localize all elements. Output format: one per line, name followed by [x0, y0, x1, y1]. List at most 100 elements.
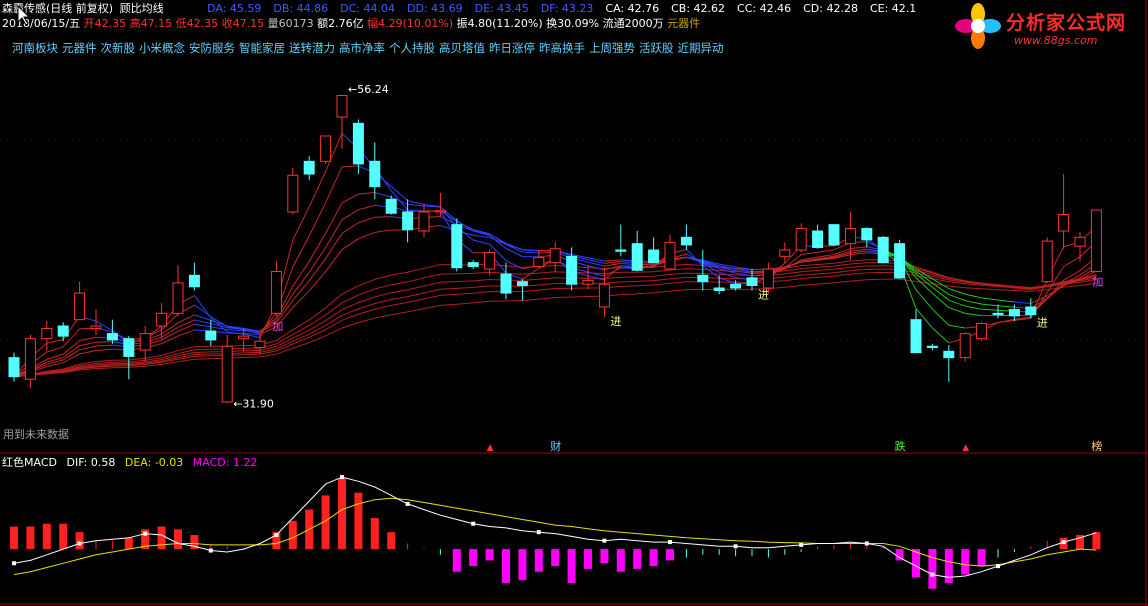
candle-body: [303, 160, 315, 175]
short-ma-segment: [965, 300, 982, 305]
candle-body: [894, 243, 906, 279]
short-ma-segment: [292, 235, 310, 268]
short-ma-segment: [308, 271, 326, 292]
macd-bar: [584, 549, 592, 569]
macd-bar: [633, 549, 642, 569]
macd-bar: [1092, 532, 1101, 550]
macd-bar: [75, 532, 84, 550]
short-ma-segment: [308, 258, 327, 282]
event-marker: 榜: [1091, 439, 1102, 453]
candle-body: [861, 227, 873, 241]
short-ma-segment: [915, 289, 933, 310]
dif-point: [77, 541, 82, 546]
dif-point: [930, 572, 935, 577]
price-annotation: ←56.24: [348, 83, 389, 96]
macd-bar: [452, 549, 461, 572]
dif-point: [602, 538, 607, 543]
short-ma-segment: [308, 247, 327, 273]
macd-bar: [817, 546, 819, 550]
dif-point: [1061, 540, 1066, 545]
candle-body: [549, 248, 561, 264]
macd-dea: DEA: -0.03: [124, 456, 184, 469]
short-ma-segment: [440, 210, 458, 222]
short-ma-segment: [358, 216, 375, 224]
dif-point: [274, 533, 279, 537]
short-ma-segment: [965, 312, 982, 317]
short-ma-segment: [981, 303, 999, 307]
event-marker: 财: [550, 439, 561, 453]
short-ma-segment: [46, 346, 64, 353]
stock-chart-window: { "header": { "name": "森霸传感(日线 前复权)", "i…: [0, 0, 1148, 606]
candle-body: [910, 319, 922, 354]
short-ma-segment: [965, 305, 982, 310]
short-ma-segment: [308, 233, 327, 262]
short-ma-segment: [374, 229, 392, 233]
candle-body: [238, 335, 250, 340]
candle-body: [156, 312, 168, 327]
candle-body: [172, 282, 184, 314]
short-ma-segment: [587, 271, 605, 277]
short-ma-segment: [1046, 285, 1064, 297]
short-ma-segment: [341, 165, 359, 168]
short-ma-segment: [374, 191, 392, 198]
candle-body: [188, 274, 200, 288]
candle-body: [976, 322, 988, 340]
short-ma-segment: [801, 251, 818, 256]
dif-point: [536, 530, 541, 535]
event-marker-arrow: ▲: [962, 443, 969, 453]
macd-bar: [10, 526, 18, 550]
macd-bar: [226, 546, 228, 550]
candle-body: [566, 255, 578, 285]
candle-body: [943, 350, 955, 359]
short-ma-segment: [604, 261, 621, 264]
short-ma-segment: [358, 231, 375, 240]
candle-body: [451, 224, 463, 269]
macd-bar: [784, 549, 786, 555]
candle-body: [484, 252, 496, 270]
dif-point: [668, 540, 672, 545]
macd-bar: [26, 526, 35, 550]
candle-body: [369, 160, 381, 188]
short-ma-segment: [358, 191, 375, 195]
macd-bar: [518, 549, 527, 581]
short-ma-segment: [817, 249, 835, 253]
short-ma-segment: [932, 292, 950, 308]
candle-body: [992, 312, 1004, 316]
short-ma-segment: [440, 206, 458, 221]
candle-body: [287, 174, 299, 213]
macd-bar: [833, 544, 835, 550]
macd-bar: [387, 532, 396, 550]
candle-body: [74, 292, 86, 321]
candle-body: [434, 210, 446, 213]
short-ma-segment: [325, 166, 343, 203]
short-ma-segment: [194, 314, 211, 321]
candle-body: [270, 271, 282, 314]
short-ma-segment: [407, 200, 425, 206]
short-ma-segment: [997, 305, 1015, 308]
candle-body: [402, 211, 414, 231]
dif-point: [996, 564, 1000, 569]
short-ma-segment: [341, 238, 359, 250]
short-ma-segment: [79, 341, 97, 347]
macd-bar: [718, 549, 720, 555]
dif-point: [405, 501, 410, 506]
macd-bar: [849, 543, 851, 550]
macd-bar: [928, 549, 937, 589]
macd-bar: [124, 537, 133, 550]
macd-bar: [485, 549, 494, 561]
macd-bar: [567, 549, 576, 584]
chart-canvas[interactable]: ←56.24←31.90加 进进进加财跌榜▲ ▲: [0, 0, 1148, 606]
candle-body: [1008, 309, 1020, 317]
short-ma-segment: [177, 319, 195, 328]
price-annotation: ←31.90: [233, 397, 274, 410]
candle-body: [615, 249, 627, 252]
candle-body: [41, 328, 53, 340]
candle-body: [1090, 209, 1102, 273]
candle-body: [1074, 236, 1086, 247]
macd-bar: [288, 520, 297, 550]
short-ma-segment: [948, 307, 966, 314]
macd-bar: [174, 529, 182, 550]
macd-bar: [751, 549, 753, 557]
macd-bar: [534, 549, 543, 572]
candle-body: [844, 227, 856, 245]
